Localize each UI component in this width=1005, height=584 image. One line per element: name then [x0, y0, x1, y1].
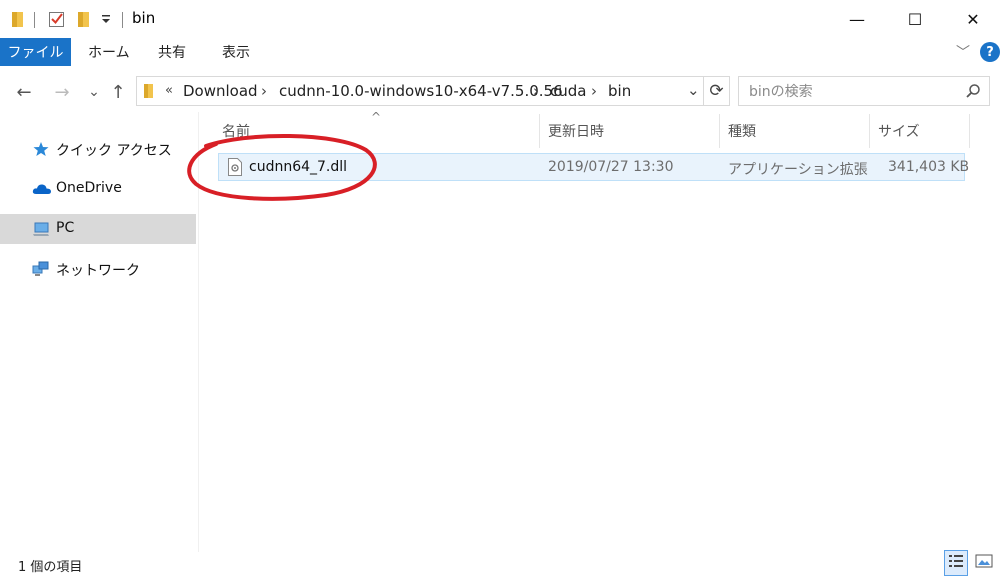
close-button[interactable]: ✕ — [950, 0, 996, 38]
overflow-icon[interactable]: « — [165, 83, 173, 98]
breadcrumb-cudnn[interactable]: cudnn-10.0-windows10-x64-v7.5.0.56 — [279, 82, 563, 100]
refresh-icon: ⟳ — [709, 81, 724, 101]
column-header-size[interactable]: サイズ — [878, 116, 968, 146]
sidebar-item-label: PC — [56, 220, 75, 236]
title-bar: bin — ☐ ✕ — [0, 0, 1005, 38]
sidebar-item-label: OneDrive — [56, 180, 122, 196]
back-button[interactable]: ← — [12, 80, 36, 104]
sidebar-item-quick-access[interactable]: クイック アクセス — [0, 134, 196, 164]
recent-locations-button[interactable]: ⌄ — [82, 80, 106, 104]
network-icon — [32, 261, 50, 277]
separator — [122, 12, 123, 28]
minimize-icon: — — [849, 9, 865, 29]
search-icon[interactable] — [965, 83, 981, 103]
tab-file[interactable]: ファイル — [0, 38, 71, 66]
large-icons-view-icon — [975, 554, 993, 572]
customize-quick-access-icon[interactable] — [100, 12, 112, 30]
folder-icon — [143, 83, 155, 103]
tab-home[interactable]: ホーム — [88, 38, 130, 66]
address-dropdown-icon[interactable]: ⌄ — [687, 81, 700, 99]
chevron-right-icon[interactable]: › — [261, 82, 267, 100]
column-separator[interactable] — [869, 114, 870, 148]
maximize-button[interactable]: ☐ — [892, 0, 938, 38]
breadcrumb-cuda[interactable]: cuda — [550, 82, 586, 100]
sidebar-item-label: クイック アクセス — [56, 143, 172, 159]
cloud-icon — [32, 181, 51, 197]
status-item-count: 1 個の項目 — [18, 560, 83, 575]
annotation-ellipse — [187, 133, 377, 201]
search-input[interactable] — [747, 81, 961, 103]
breadcrumb-bin[interactable]: bin — [608, 82, 631, 100]
search-box[interactable] — [738, 76, 990, 106]
sidebar-item-network[interactable]: ネットワーク — [0, 254, 196, 284]
details-view-icon — [948, 554, 964, 572]
sidebar-item-label: ネットワーク — [56, 263, 140, 279]
window-title: bin — [132, 9, 156, 27]
sidebar-item-pc[interactable]: PC — [0, 214, 196, 244]
close-icon: ✕ — [966, 9, 980, 29]
computer-icon — [32, 221, 50, 237]
column-header-type[interactable]: 種類 — [728, 116, 868, 146]
help-icon[interactable]: ? — [980, 42, 1000, 62]
maximize-icon: ☐ — [907, 9, 923, 29]
column-separator[interactable] — [969, 114, 970, 148]
column-separator[interactable] — [539, 114, 540, 148]
large-icons-view-button[interactable] — [972, 550, 996, 576]
address-bar[interactable]: « Download › cudnn-10.0-windows10-x64-v7… — [136, 76, 704, 106]
separator — [34, 12, 35, 28]
column-separator[interactable] — [719, 114, 720, 148]
star-icon — [32, 141, 50, 157]
chevron-right-icon[interactable]: › — [533, 82, 539, 100]
chevron-right-icon[interactable]: › — [591, 82, 597, 100]
tab-view[interactable]: 表示 — [222, 38, 250, 66]
tab-share[interactable]: 共有 — [158, 38, 186, 66]
column-header-date[interactable]: 更新日時 — [548, 116, 718, 146]
forward-arrow-icon: → — [54, 81, 70, 103]
breadcrumb-download[interactable]: Download — [183, 82, 258, 100]
minimize-button[interactable]: — — [834, 0, 880, 38]
properties-icon[interactable] — [48, 10, 66, 32]
expand-ribbon-icon[interactable]: ﹀ — [956, 42, 970, 62]
up-arrow-icon: ↑ — [110, 81, 126, 103]
file-date: 2019/07/27 13:30 — [548, 159, 674, 175]
details-view-button[interactable] — [944, 550, 968, 576]
file-type: アプリケーション拡張 — [728, 162, 868, 178]
back-arrow-icon: ← — [16, 81, 32, 103]
new-folder-icon[interactable] — [76, 10, 92, 32]
file-size: 341,403 KB — [888, 159, 970, 175]
refresh-button[interactable]: ⟳ — [704, 76, 730, 106]
sidebar-item-onedrive[interactable]: OneDrive — [0, 174, 196, 204]
folder-icon[interactable] — [10, 10, 26, 32]
up-button[interactable]: ↑ — [106, 80, 130, 104]
forward-button[interactable]: → — [50, 80, 74, 104]
navigation-pane: クイック アクセス OneDrive PC ネットワーク — [0, 120, 198, 550]
ribbon — [0, 38, 1005, 66]
chevron-down-icon: ⌄ — [88, 84, 100, 100]
